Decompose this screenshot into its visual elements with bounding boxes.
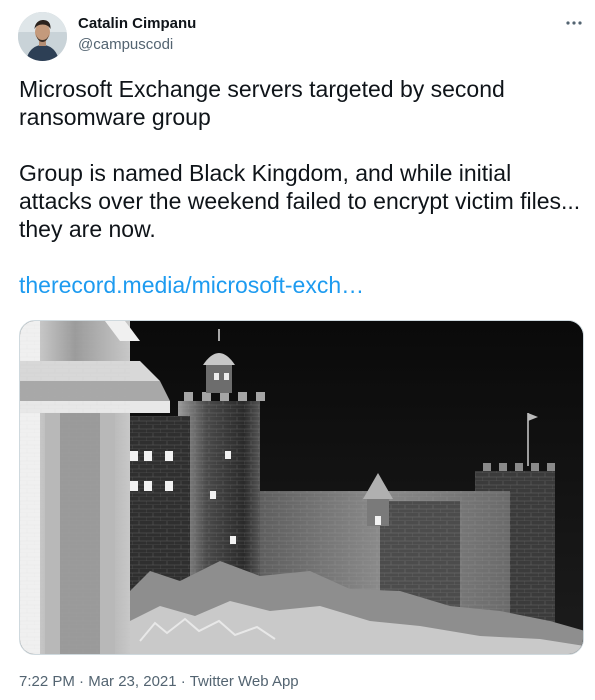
tweet-time[interactable]: 7:22 PM [19, 673, 75, 690]
tweet-media-image[interactable] [19, 320, 584, 655]
person-avatar-icon [18, 12, 67, 61]
tweet-text: Microsoft Exchange servers targeted by s… [19, 75, 584, 299]
author-handle[interactable]: @campuscodi [78, 36, 173, 53]
tweet-body: Group is named Black Kingdom, and while … [19, 160, 581, 242]
castle-photo [20, 321, 583, 654]
meta-separator: · [180, 673, 186, 690]
more-horizontal-icon [566, 21, 582, 25]
article-link[interactable]: therecord.media/microsoft-exch… [19, 272, 364, 298]
author-name[interactable]: Catalin Cimpanu [78, 15, 196, 32]
tweet-meta: 7:22 PM · Mar 23, 2021 · Twitter Web App [19, 673, 299, 690]
tweet-date[interactable]: Mar 23, 2021 [88, 673, 176, 690]
tweet-headline: Microsoft Exchange servers targeted by s… [19, 76, 505, 130]
more-options-button[interactable] [563, 12, 585, 34]
tweet-source[interactable]: Twitter Web App [190, 673, 299, 690]
meta-separator: · [79, 673, 85, 690]
tweet-card: Catalin Cimpanu @campuscodi Microsoft Ex… [0, 0, 595, 700]
avatar[interactable] [18, 12, 67, 61]
